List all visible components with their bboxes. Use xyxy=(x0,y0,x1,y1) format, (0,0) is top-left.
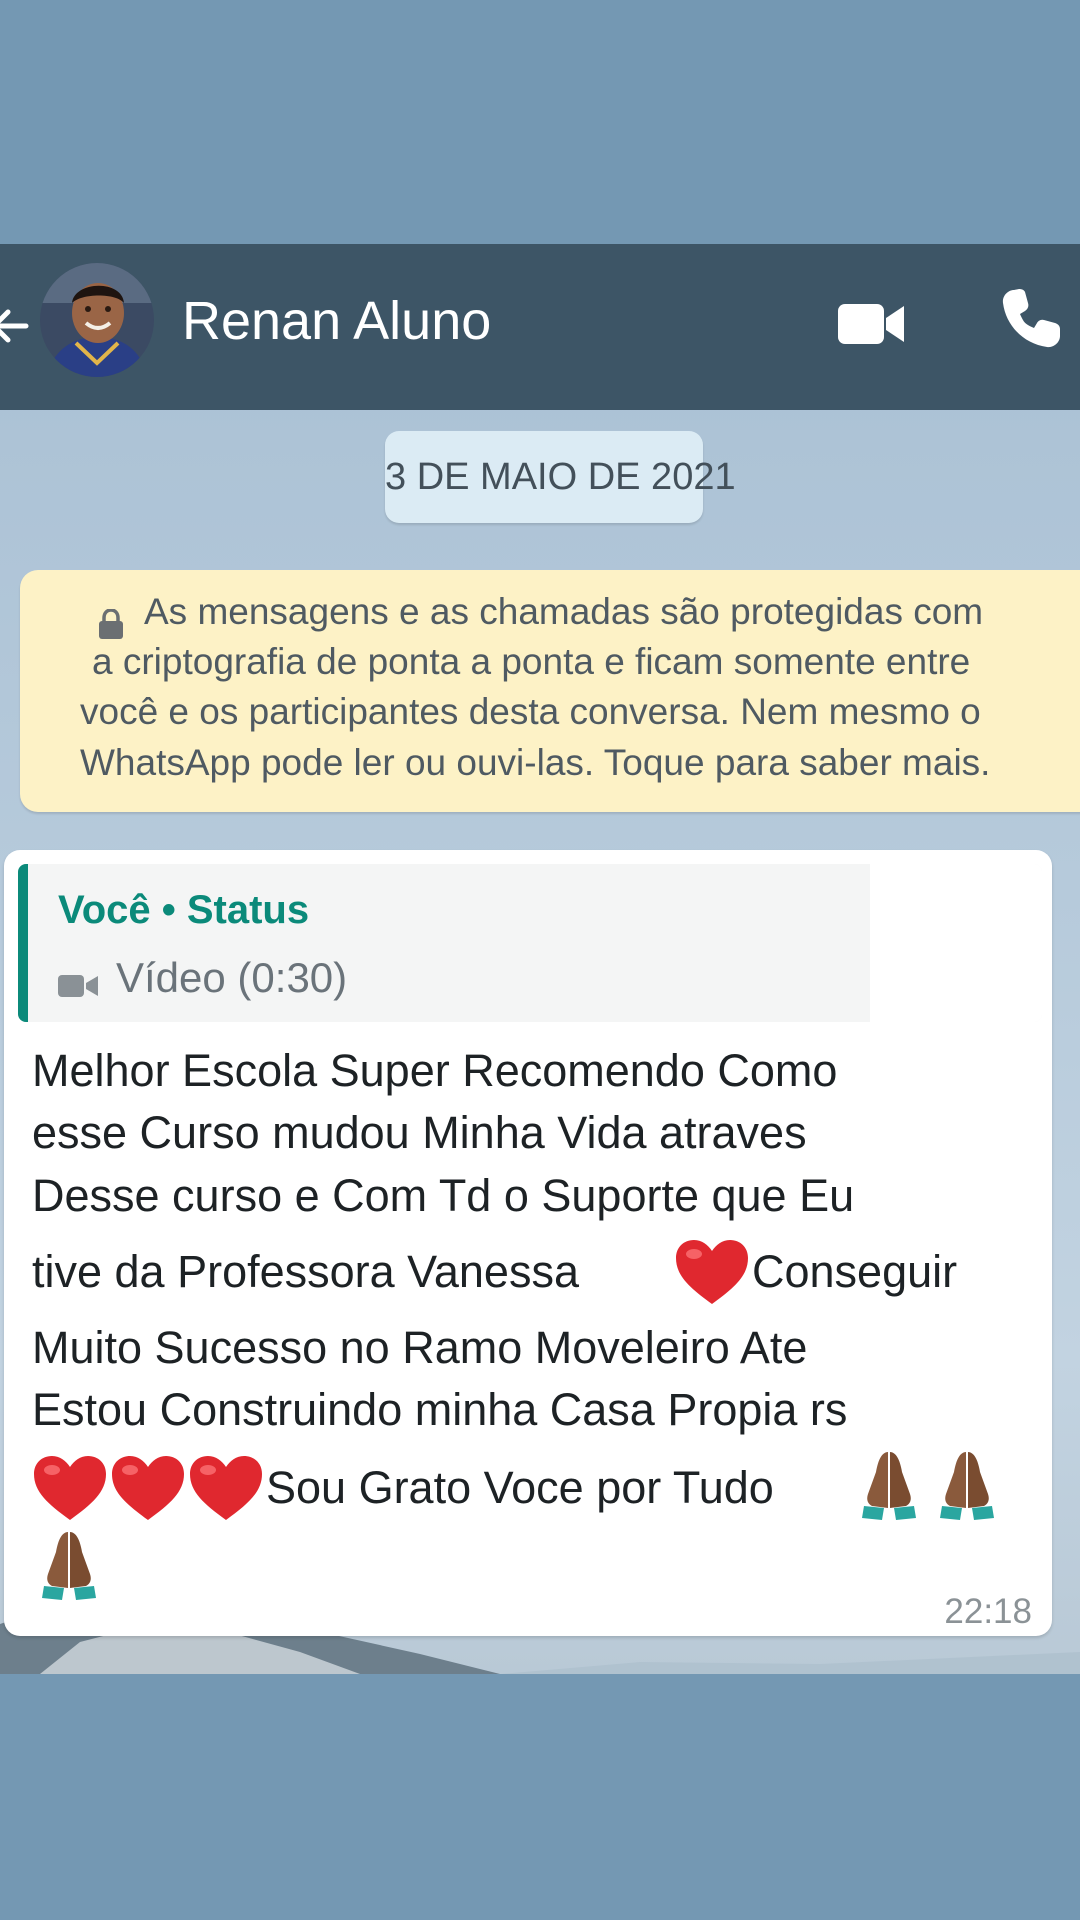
back-arrow-icon[interactable] xyxy=(0,296,30,356)
heart-emoji-icon xyxy=(676,1240,748,1304)
notice-line-4: WhatsApp pode ler ou ouvi-las. Toque par… xyxy=(80,742,991,783)
date-chip: 3 DE MAIO DE 2021 xyxy=(385,431,736,523)
chat-header: Renan Aluno xyxy=(0,244,1080,410)
message-line-6: Estou Construindo minha Casa Propia rs xyxy=(32,1384,848,1435)
notice-line-1: As mensagens e as chamadas são protegida… xyxy=(144,591,984,632)
message-line-2: esse Curso mudou Minha Vida atraves xyxy=(32,1107,807,1158)
message-bubble[interactable]: Você • Status Vídeo (0:30) Melhor Escola… xyxy=(4,850,1052,1636)
prayer-hands-emoji-icon xyxy=(862,1452,916,1520)
video-icon xyxy=(58,975,98,997)
encryption-notice[interactable]: As mensagens e as chamadas são protegida… xyxy=(20,570,1080,812)
message-line-4b: Conseguir xyxy=(752,1246,958,1297)
message-line-3: Desse curso e Com Td o Suporte que Eu xyxy=(32,1170,855,1221)
prayer-hands-emoji-icon xyxy=(940,1452,994,1520)
message-line-4: tive da Professora Vanessa xyxy=(32,1246,579,1297)
message-timestamp: 22:18 xyxy=(944,1592,1032,1631)
status-reply-quote[interactable]: Você • Status Vídeo (0:30) xyxy=(18,864,1042,1022)
status-thumbnail xyxy=(870,864,1042,1022)
video-call-icon[interactable] xyxy=(838,300,906,348)
heart-emoji-icon xyxy=(112,1456,184,1520)
chat-screen: Renan Aluno 3 DE MAIO DE 2021 As mensage… xyxy=(0,244,1080,1674)
notice-line-3: você e os participantes desta conversa. … xyxy=(80,691,981,732)
heart-emoji-icon xyxy=(34,1456,106,1520)
heart-emoji-icon xyxy=(190,1456,262,1520)
message-line-7: Sou Grato Voce por Tudo xyxy=(266,1462,774,1513)
quote-author: Você • Status xyxy=(58,888,310,932)
prayer-hands-emoji-icon xyxy=(42,1532,96,1600)
quote-accent-bar xyxy=(18,864,28,1022)
contact-name[interactable]: Renan Aluno xyxy=(182,290,491,352)
message-line-1: Melhor Escola Super Recomendo Como xyxy=(32,1045,838,1096)
message-line-5: Muito Sucesso no Ramo Moveleiro Ate xyxy=(32,1322,808,1373)
lock-icon xyxy=(99,609,123,639)
avatar[interactable] xyxy=(40,263,154,377)
voice-call-icon[interactable] xyxy=(1000,288,1060,350)
quote-media-label: Vídeo (0:30) xyxy=(116,954,348,1001)
notice-line-2: a criptografia de ponta a ponta e ficam … xyxy=(92,641,971,682)
